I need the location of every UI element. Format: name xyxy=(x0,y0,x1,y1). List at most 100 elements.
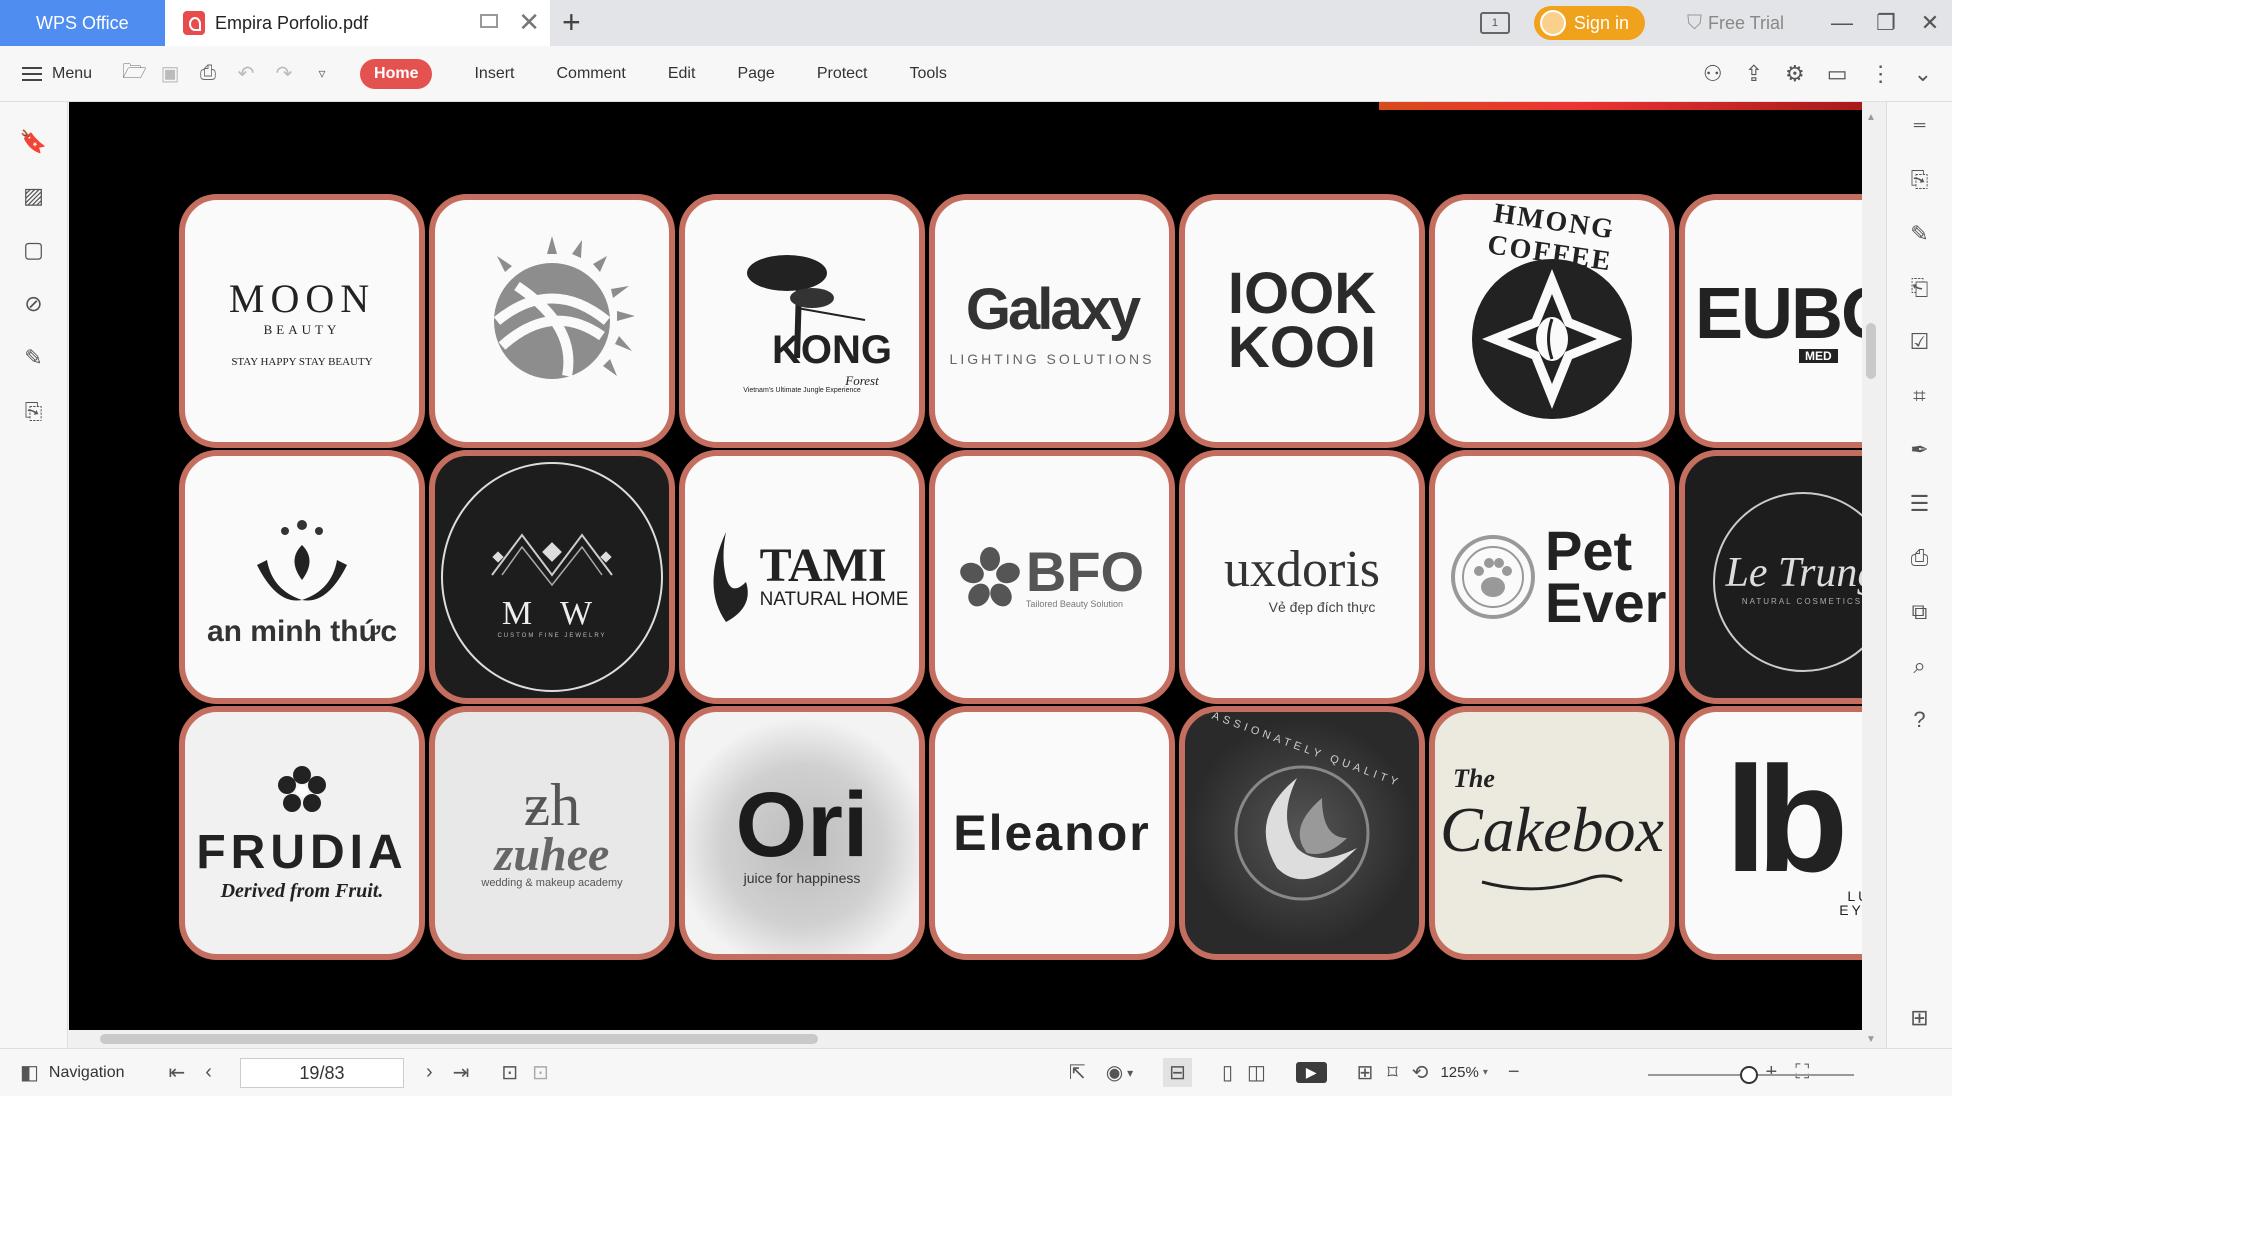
tab-tools[interactable]: Tools xyxy=(910,65,947,83)
menu-button[interactable]: Menu xyxy=(22,65,92,83)
outline-icon[interactable]: ☰ xyxy=(1906,490,1934,518)
new-tab-button[interactable]: + xyxy=(562,6,581,38)
collapse-ribbon-icon[interactable]: ⌄ xyxy=(1914,61,1932,87)
attachment-icon[interactable]: ⊘ xyxy=(20,290,48,318)
window-count-icon[interactable]: 1 xyxy=(1479,12,1510,34)
logo-text: Eleanor xyxy=(953,805,1151,861)
continuous-scroll-icon[interactable]: ⊟ xyxy=(1163,1058,1192,1087)
settings-icon[interactable]: ⚙ xyxy=(1785,61,1805,87)
share-user-icon[interactable]: ⚇ xyxy=(1703,61,1723,87)
horizontal-scroll-thumb[interactable] xyxy=(100,1034,818,1044)
sign-pen-icon[interactable]: ✒ xyxy=(1906,436,1934,464)
find-icon[interactable]: ⌕ xyxy=(1906,652,1934,680)
logo-card-lb-eyewear: lb LUXU EYEWE xyxy=(1679,706,1862,960)
actual-size-icon[interactable]: ⊞ xyxy=(1357,1060,1374,1085)
play-slideshow-icon[interactable]: ▶ xyxy=(1295,1062,1327,1083)
form-check-icon[interactable]: ☑ xyxy=(1906,328,1934,356)
navigation-label[interactable]: Navigation xyxy=(49,1064,125,1082)
logo-card-pet-ever: Pet Ever xyxy=(1429,450,1675,704)
zoom-slider-handle[interactable] xyxy=(1740,1066,1758,1084)
comment-panel-icon[interactable]: ▭ xyxy=(1827,61,1848,87)
tab-edit[interactable]: Edit xyxy=(668,65,696,83)
minimize-icon[interactable]: — xyxy=(1820,10,1864,36)
export-icon[interactable]: ⇪ xyxy=(1745,61,1763,87)
logo-card-bfo: BFO Tailored Beauty Solution xyxy=(929,450,1175,704)
paw-icon xyxy=(1451,535,1535,619)
logo-sub: The xyxy=(1453,764,1495,793)
signature-icon[interactable]: ✎ xyxy=(20,344,48,372)
extract-page-icon[interactable]: ⇱ xyxy=(1069,1060,1086,1085)
save-icon[interactable]: ▣ xyxy=(160,61,180,86)
logo-card-ori: Ori juice for happiness xyxy=(679,706,925,960)
document-tab[interactable]: Empira Porfolio.pdf ✕ xyxy=(165,0,550,46)
pdf-convert-icon[interactable]: ⎘ xyxy=(1906,166,1934,194)
open-folder-icon[interactable]: 🗁 xyxy=(122,57,147,91)
quick-access-dropdown-icon[interactable]: ▿ xyxy=(312,65,332,82)
logo-text: lb xyxy=(1725,735,1848,903)
logo-text: Pet Ever xyxy=(1545,519,1667,634)
fit-page-icon[interactable]: ⌑ xyxy=(1387,1060,1397,1085)
rotate-icon[interactable]: ⟲ xyxy=(1412,1060,1429,1085)
help-icon[interactable]: ? xyxy=(1906,706,1934,734)
edit-pdf-icon[interactable]: ✎ xyxy=(1906,220,1934,248)
document-sign-icon[interactable]: ⎘ xyxy=(20,398,48,426)
print-icon[interactable]: ⎙ xyxy=(198,62,218,85)
navigation-panel-icon[interactable]: ◧ xyxy=(20,1060,39,1085)
pin-tab-icon[interactable] xyxy=(480,14,498,28)
logo-text: MOON xyxy=(228,275,376,321)
translate-icon[interactable]: ⧉ xyxy=(1906,598,1934,626)
double-page-icon[interactable]: ◫ xyxy=(1247,1060,1266,1085)
previous-page-icon[interactable]: ‹ xyxy=(205,1061,212,1084)
crop-page-icon[interactable]: ⌗ xyxy=(1906,382,1934,410)
forward-view-icon[interactable]: ⊡ xyxy=(532,1060,549,1085)
comments-icon[interactable]: ▢ xyxy=(20,236,48,264)
zoom-level[interactable]: 125% xyxy=(1440,1064,1478,1081)
undo-icon[interactable]: ↶ xyxy=(236,61,256,86)
tab-comment[interactable]: Comment xyxy=(557,65,626,83)
vertical-scroll-thumb[interactable] xyxy=(1866,323,1876,379)
tab-insert[interactable]: Insert xyxy=(474,65,514,83)
close-window-icon[interactable]: ✕ xyxy=(1908,10,1952,36)
next-page-icon[interactable]: › xyxy=(426,1061,433,1084)
scroll-down-icon[interactable]: ▼ xyxy=(1866,1034,1876,1045)
page-number-input[interactable]: 19/83 xyxy=(239,1057,404,1088)
first-page-icon[interactable]: ⇤ xyxy=(169,1060,186,1085)
sign-in-label: Sign in xyxy=(1573,12,1629,33)
pdf-to-word-icon[interactable]: ⎗ xyxy=(1906,274,1934,302)
logo-card-cakebox: The Cakebox xyxy=(1429,706,1675,960)
scroll-up-icon[interactable]: ▲ xyxy=(1866,112,1876,123)
document-tab-title: Empira Porfolio.pdf xyxy=(215,12,369,33)
single-page-icon[interactable]: ▯ xyxy=(1222,1060,1233,1085)
zoom-dropdown-icon[interactable]: ▾ xyxy=(1483,1067,1488,1078)
fullscreen-icon[interactable]: ⛶ xyxy=(1795,1061,1809,1084)
wps-office-tab[interactable]: WPS Office xyxy=(0,0,165,46)
thumbnail-icon[interactable]: ▨ xyxy=(20,182,48,210)
close-tab-icon[interactable]: ✕ xyxy=(518,9,540,35)
restore-icon[interactable]: ❐ xyxy=(1864,10,1908,36)
free-trial-label: Free Trial xyxy=(1707,12,1784,33)
panel-handle-icon[interactable]: ═ xyxy=(1906,112,1934,140)
tab-page[interactable]: Page xyxy=(737,65,774,83)
zoom-in-icon[interactable]: + xyxy=(1766,1061,1778,1084)
tab-home[interactable]: Home xyxy=(360,58,433,89)
last-page-icon[interactable]: ⇥ xyxy=(453,1060,470,1085)
eye-protection-icon[interactable]: ◉ xyxy=(1106,1060,1123,1085)
sun-globe-icon xyxy=(493,236,635,379)
ring-border xyxy=(441,462,663,692)
free-trial-button[interactable]: ⛉ Free Trial xyxy=(1687,12,1784,35)
vertical-scrollbar[interactable] xyxy=(1862,102,1886,1048)
eye-dropdown-icon[interactable]: ▾ xyxy=(1127,1066,1133,1080)
print-side-icon[interactable]: ⎙ xyxy=(1906,544,1934,572)
bookmark-icon[interactable]: 🔖 xyxy=(20,128,48,156)
sign-in-button[interactable]: Sign in xyxy=(1533,6,1645,40)
zoom-out-icon[interactable]: − xyxy=(1508,1061,1520,1084)
tab-protect[interactable]: Protect xyxy=(817,65,868,83)
back-view-icon[interactable]: ⊡ xyxy=(501,1060,518,1085)
logo-card-globe xyxy=(429,194,675,448)
pdf-file-icon xyxy=(183,11,205,35)
apps-grid-icon[interactable]: ⊞ xyxy=(1906,1004,1934,1032)
logo-sub: BEAUTY xyxy=(263,321,341,337)
pdf-page-view[interactable]: MOON BEAUTY STAY HAPPY STAY BEAUTY KONG … xyxy=(69,102,1862,1030)
redo-icon[interactable]: ↷ xyxy=(274,61,294,86)
more-options-icon[interactable]: ⋮ xyxy=(1870,61,1892,87)
